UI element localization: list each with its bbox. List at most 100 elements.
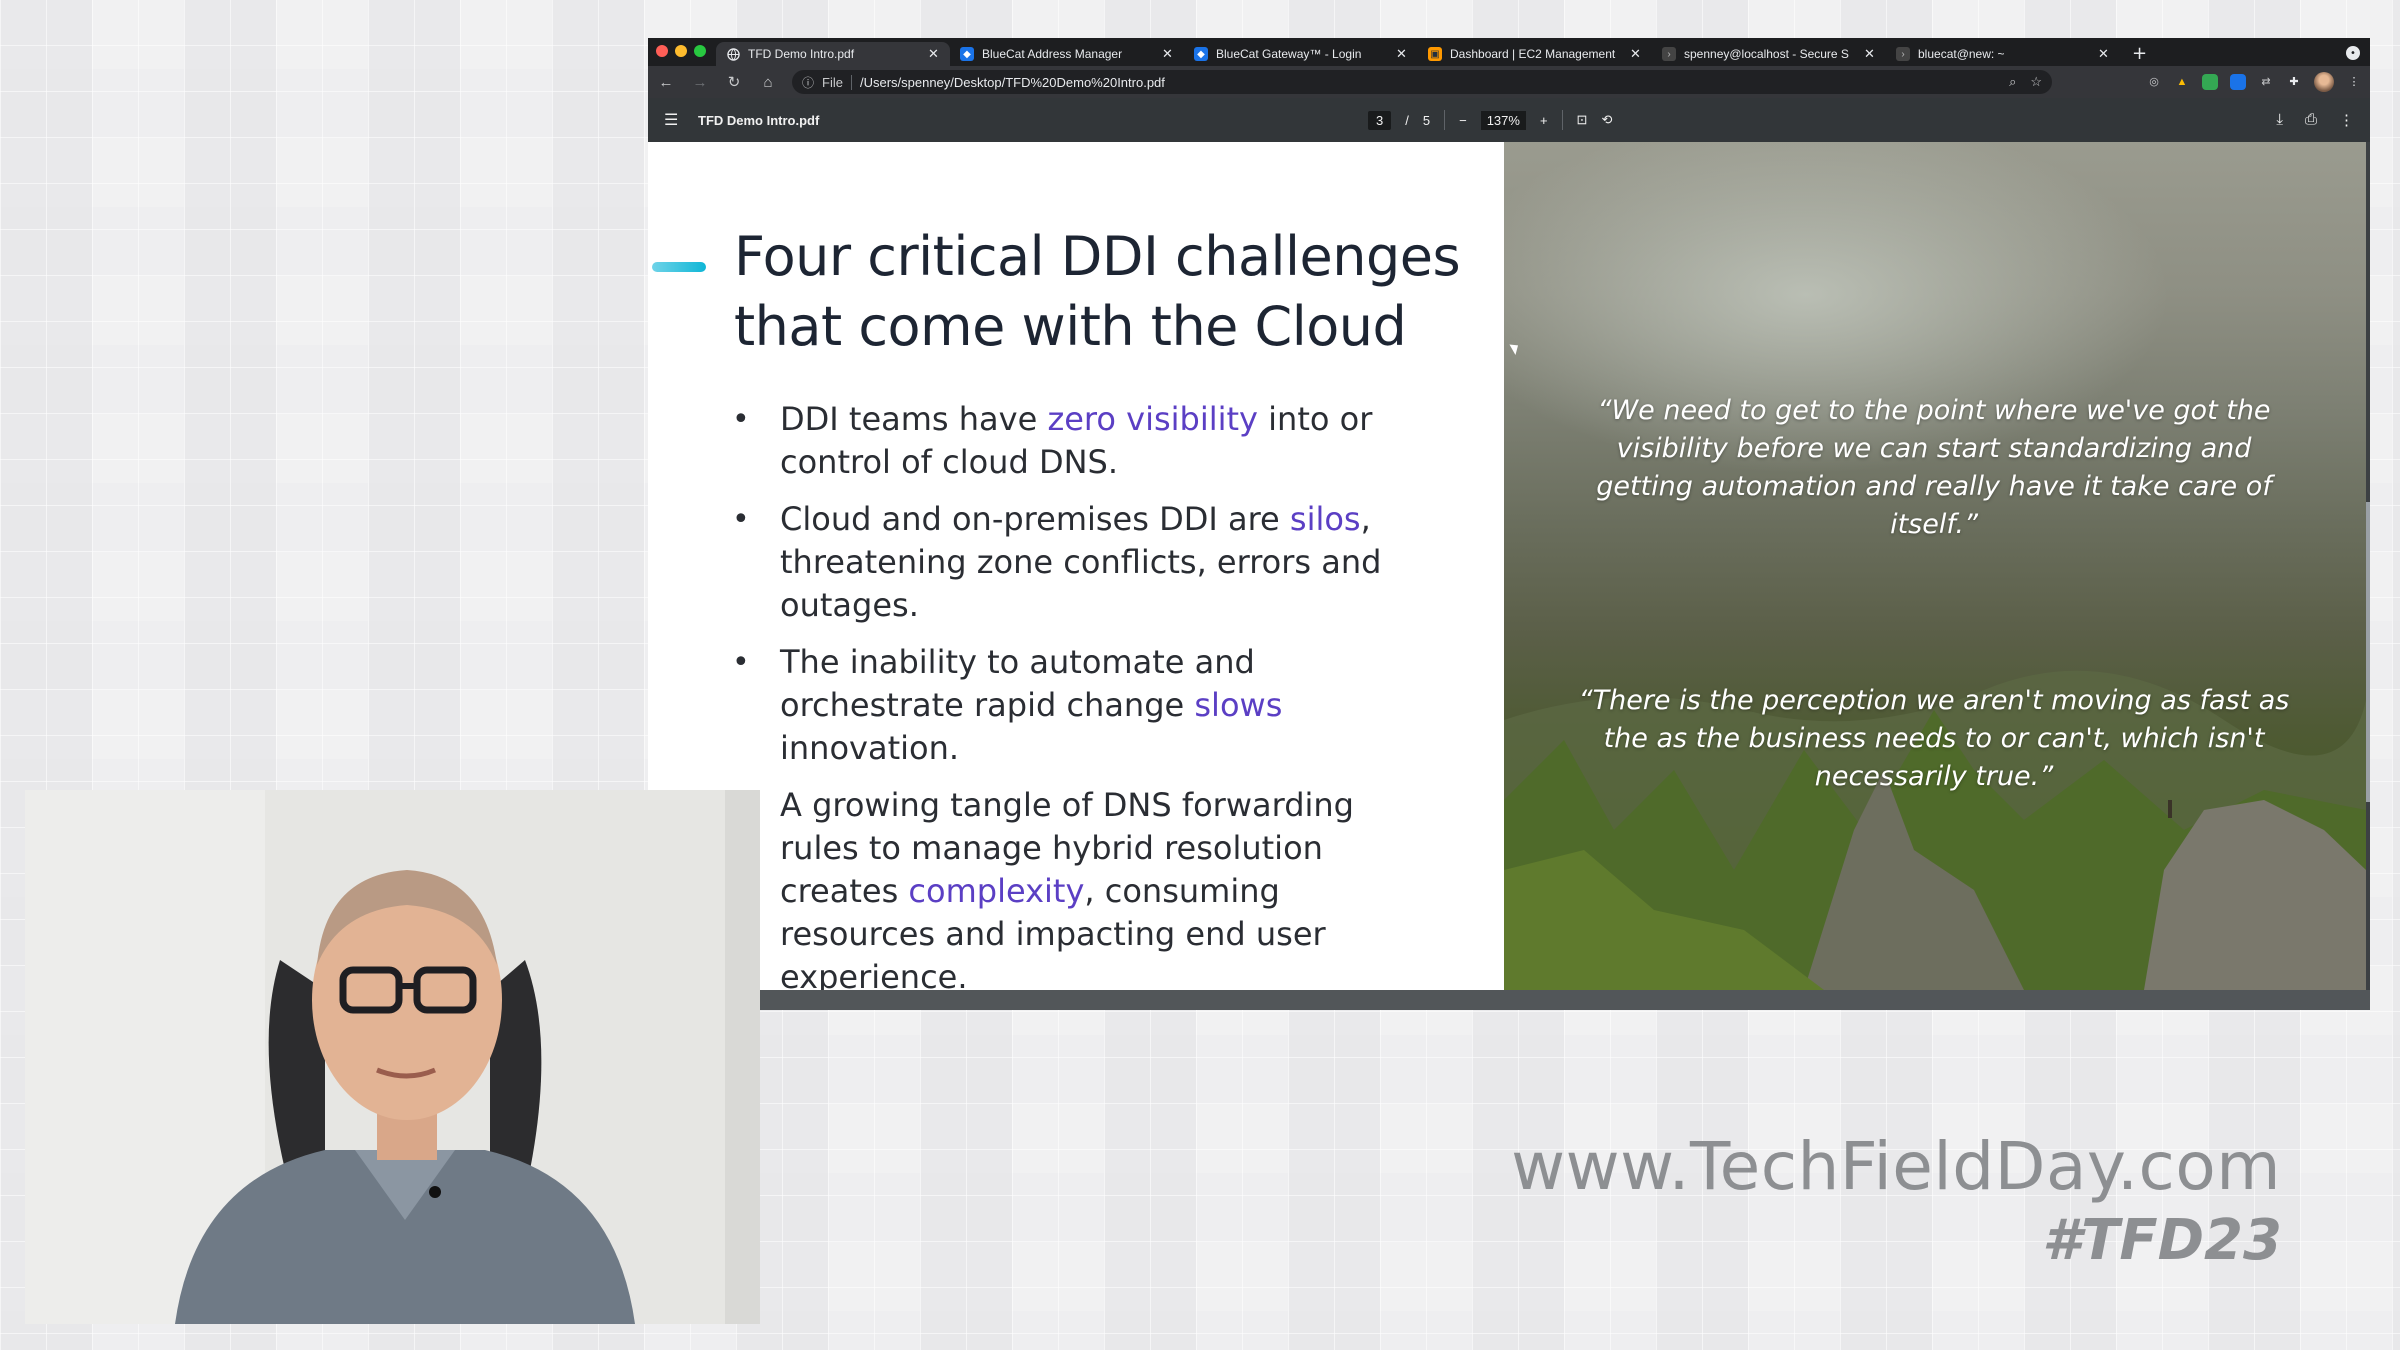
puzzle-icon[interactable]: ✚ — [2286, 74, 2302, 90]
close-tab-icon[interactable]: ✕ — [928, 46, 940, 62]
new-tab-button[interactable]: + — [2120, 43, 2159, 66]
page-number-input[interactable]: 3 — [1368, 110, 1392, 130]
print-icon[interactable]: ⎙ — [2305, 111, 2317, 129]
bullet-text: DDI teams have — [780, 400, 1048, 438]
divider — [1561, 110, 1563, 130]
home-icon[interactable]: ⌂ — [758, 74, 778, 91]
tab-title: spenney@localhost - Secure S — [1684, 47, 1849, 61]
accent-bar — [652, 262, 706, 272]
menu-dots-icon[interactable]: ⋮ — [2346, 74, 2362, 90]
zoom-in-button[interactable]: + — [1540, 113, 1548, 128]
tab-title: Dashboard | EC2 Management — [1450, 47, 1616, 61]
forward-arrow-icon[interactable]: → — [690, 74, 710, 91]
divider — [1444, 110, 1446, 130]
event-hashtag: #TFD23 — [2042, 1208, 2282, 1273]
profile-menu-icon[interactable]: • — [2346, 46, 2360, 60]
list-item: Cloud and on-premises DDI are silos, thr… — [732, 498, 1432, 627]
extension-icon[interactable]: ◎ — [2146, 74, 2162, 90]
tab-bluecat-address-manager[interactable]: ◆ BlueCat Address Manager ✕ — [950, 42, 1184, 66]
scrollbar-thumb[interactable] — [2366, 502, 2370, 802]
tab-title: BlueCat Gateway™ - Login — [1216, 47, 1362, 61]
pdf-filename: TFD Demo Intro.pdf — [698, 112, 820, 128]
menu-hamburger-icon[interactable]: ☰ — [664, 110, 682, 130]
page-controls: 3 / 5 − 137% + ⊡ ⟲ — [1368, 110, 1612, 130]
tab-ec2-dashboard[interactable]: ▣ Dashboard | EC2 Management ✕ — [1418, 42, 1652, 66]
bluecat-icon: ◆ — [960, 47, 974, 61]
slide-page: Four critical DDI challenges that come w… — [648, 142, 2366, 990]
extension-icon[interactable]: ⇄ — [2258, 74, 2274, 90]
quote-perception: “There is the perception we aren't movin… — [1578, 685, 2290, 792]
page-separator: / — [1405, 112, 1409, 128]
profile-avatar[interactable] — [2314, 72, 2334, 92]
close-tab-icon[interactable]: ✕ — [1630, 46, 1642, 62]
close-tab-icon[interactable]: ✕ — [2098, 46, 2110, 62]
close-tab-icon[interactable]: ✕ — [1396, 46, 1408, 62]
quote-visibility: “We need to get to the point where we've… — [1596, 395, 2272, 540]
close-tab-icon[interactable]: ✕ — [1864, 46, 1876, 62]
tab-spenney-localhost[interactable]: › spenney@localhost - Secure S ✕ — [1652, 42, 1886, 66]
bluecat-icon: ◆ — [1194, 47, 1208, 61]
rotate-icon[interactable]: ⟲ — [1601, 112, 1612, 128]
fit-page-icon[interactable]: ⊡ — [1577, 112, 1588, 128]
title-line-2: that come with the Cloud — [734, 295, 1407, 358]
zoom-magnifier-icon[interactable]: ⌕ — [2009, 74, 2016, 90]
download-icon[interactable]: ⤓ — [2276, 111, 2283, 129]
address-bar: ← → ↻ ⌂ ⓘ File /Users/spenney/Desktop/TF… — [648, 66, 2370, 98]
url-scheme: File — [822, 74, 852, 90]
url-field[interactable]: ⓘ File /Users/spenney/Desktop/TFD%20Demo… — [792, 70, 2052, 94]
extension-icon[interactable] — [2202, 74, 2218, 90]
bullet-highlight: slows — [1194, 686, 1283, 724]
pdf-actions: ⤓ ⎙ ⋮ — [2276, 111, 2354, 129]
list-item: A growing tangle of DNS forwarding rules… — [732, 784, 1432, 990]
tab-title: bluecat@new: ~ — [1918, 47, 2005, 61]
tab-bluecat-terminal[interactable]: › bluecat@new: ~ ✕ — [1886, 42, 2120, 66]
bullet-highlight: silos — [1289, 500, 1361, 538]
shield-icon[interactable] — [2230, 74, 2246, 90]
drive-icon[interactable]: ▲ — [2174, 74, 2190, 90]
slide-title: Four critical DDI challenges that come w… — [734, 222, 1494, 362]
list-item: The inability to automate and orchestrat… — [732, 641, 1432, 770]
tab-title: BlueCat Address Manager — [982, 47, 1123, 61]
scrollbar-track[interactable] — [2366, 142, 2370, 990]
challenge-list: DDI teams have zero visibility into or c… — [732, 398, 1432, 990]
close-window-button[interactable] — [656, 45, 668, 57]
omnibox-actions: ⌕ ☆ — [2009, 74, 2042, 90]
bullet-highlight: zero visibility — [1047, 400, 1258, 438]
title-line-1: Four critical DDI challenges — [734, 225, 1461, 288]
close-tab-icon[interactable]: ✕ — [1162, 46, 1174, 62]
url-text: /Users/spenney/Desktop/TFD%20Demo%20Intr… — [859, 74, 1165, 90]
tab-bluecat-gateway[interactable]: ◆ BlueCat Gateway™ - Login ✕ — [1184, 42, 1418, 66]
terminal-icon: › — [1896, 47, 1910, 61]
zoom-out-button[interactable]: − — [1459, 113, 1467, 128]
pdf-toolbar: ☰ TFD Demo Intro.pdf 3 / 5 − 137% + ⊡ ⟲ … — [648, 98, 2370, 142]
tab-pdf[interactable]: TFD Demo Intro.pdf ✕ — [716, 42, 950, 66]
slide-text-panel: Four critical DDI challenges that come w… — [648, 142, 1504, 990]
presenter-webcam-video — [25, 790, 760, 1324]
list-item: DDI teams have zero visibility into or c… — [732, 398, 1432, 484]
bullet-text: Cloud and on-premises DDI are — [780, 500, 1290, 538]
pdf-viewport[interactable]: Four critical DDI challenges that come w… — [648, 142, 2370, 1010]
maximize-window-button[interactable] — [694, 45, 706, 57]
window-controls — [648, 45, 716, 66]
extensions-area: ◎ ▲ ⇄ ✚ ⋮ — [2146, 72, 2362, 92]
zoom-level-input[interactable]: 137% — [1480, 110, 1526, 130]
page-count: 5 — [1422, 112, 1431, 128]
aws-icon: ▣ — [1428, 47, 1442, 61]
browser-window: TFD Demo Intro.pdf ✕ ◆ BlueCat Address M… — [648, 38, 2370, 1010]
bullet-text: innovation. — [780, 729, 960, 767]
minimize-window-button[interactable] — [675, 45, 687, 57]
globe-icon — [726, 47, 740, 61]
terminal-icon: › — [1662, 47, 1676, 61]
bookmark-star-icon[interactable]: ☆ — [2030, 74, 2042, 90]
techfieldday-url: www.TechFieldDay.com — [1511, 1128, 2281, 1205]
tab-strip: TFD Demo Intro.pdf ✕ ◆ BlueCat Address M… — [648, 38, 2370, 66]
more-options-icon[interactable]: ⋮ — [2339, 111, 2354, 129]
bullet-highlight: complexity — [908, 872, 1085, 910]
mountain-photo-panel: “We need to get to the point where we've… — [1504, 142, 2366, 990]
reload-icon[interactable]: ↻ — [724, 73, 744, 91]
info-icon[interactable]: ⓘ — [802, 74, 814, 91]
presenter-image — [25, 790, 760, 1324]
back-arrow-icon[interactable]: ← — [656, 74, 676, 91]
bullet-text: The inability to automate and orchestrat… — [780, 643, 1255, 724]
tab-title: TFD Demo Intro.pdf — [748, 47, 855, 61]
